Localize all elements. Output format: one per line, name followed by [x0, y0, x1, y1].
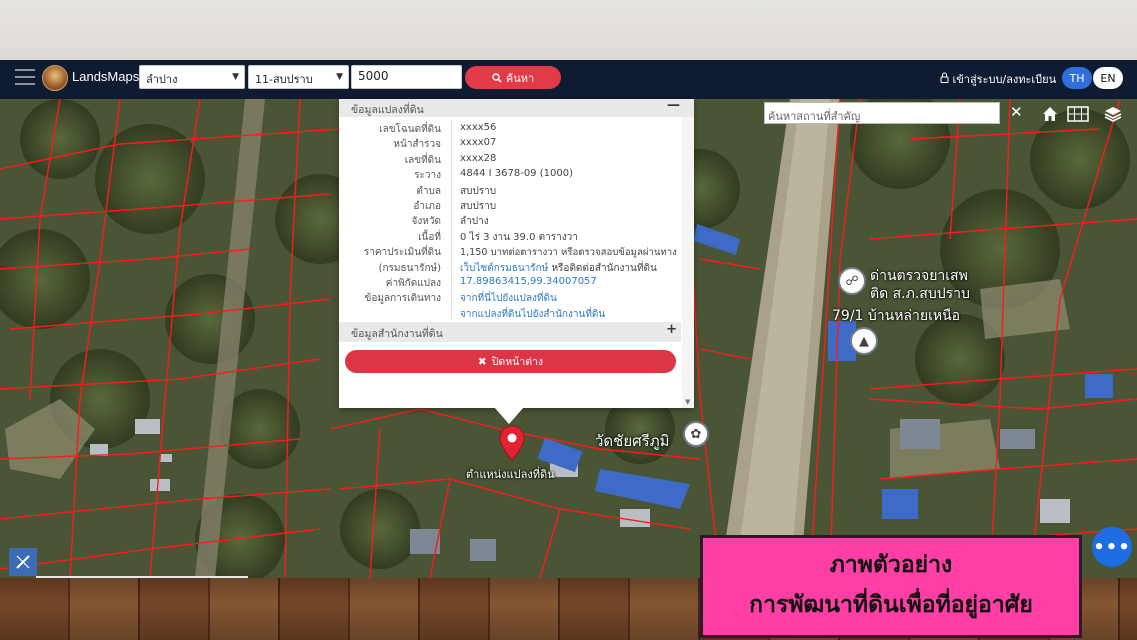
- info-label: (กรมธนารักษ์): [378, 262, 441, 274]
- temple-label: วัดชัยศรีภูมิ: [595, 432, 670, 450]
- temple-poi-icon[interactable]: ✿: [683, 421, 709, 447]
- info-row: เลขโฉนดที่ดิน xxxx56: [339, 121, 694, 136]
- info-value-group: เว็บไซต์กรมธนารักษ์ หรือติดต่อสำนักงานที…: [460, 261, 657, 276]
- chevron-down-icon: ▼: [336, 72, 343, 82]
- info-value: xxxx07: [460, 137, 497, 149]
- home-button[interactable]: [1037, 101, 1063, 127]
- lock-icon: [940, 72, 949, 83]
- directions-to-office-link[interactable]: จากแปลงที่ดินไปยังสำนักงานที่ดิน: [460, 307, 605, 322]
- search-icon: [492, 72, 502, 83]
- info-value: 1,150 บาทต่อตารางวา หรือตรวจสอบข้อมูลผ่า…: [460, 247, 677, 259]
- parcel-section-title: ข้อมูลแปลงที่ดิน: [351, 104, 424, 116]
- home-icon: [1043, 107, 1057, 121]
- info-row: เลขที่ดิน xxxx28: [339, 152, 694, 167]
- slide-background-top: [0, 0, 1137, 60]
- parcel-info-popup: ข้อมูลแปลงที่ดิน — เลขโฉนดที่ดิน xxxx56 ห…: [339, 98, 694, 408]
- info-label: ราคาประเมินที่ดิน: [363, 247, 441, 259]
- grid-icon: [1067, 106, 1089, 122]
- info-value: สบปราบ: [460, 200, 497, 212]
- lang-en-button[interactable]: EN: [1093, 67, 1123, 89]
- info-value: สบปราบ: [460, 185, 497, 197]
- info-row: อำเภอ สบปราบ: [339, 198, 694, 213]
- info-row: จากแปลงที่ดินไปยังสำนักงานที่ดิน: [339, 306, 694, 321]
- navbar: LandsMaps ลำปาง ▼ 11-สบปราบ ▼ 5000 ค้นหา…: [0, 60, 1137, 99]
- info-row: เนื้อที่ 0 ไร่ 3 งาน 39.0 ตารางวา: [339, 229, 694, 244]
- treasury-website-link[interactable]: เว็บไซต์กรมธนารักษ์: [460, 263, 548, 274]
- info-label: เลขโฉนดที่ดิน: [379, 124, 441, 135]
- parcel-section-header[interactable]: ข้อมูลแปลงที่ดิน —: [339, 98, 694, 117]
- landsmaps-logo: [42, 65, 68, 91]
- info-row: ค่าพิกัดแปลง 17.89863415,99.34007057: [339, 275, 694, 290]
- chevron-down-icon: ▼: [232, 72, 239, 82]
- info-value: xxxx28: [460, 152, 497, 164]
- parcel-info-table: เลขโฉนดที่ดิน xxxx56 หน้าสำรวจ xxxx07 เลขท…: [339, 117, 694, 321]
- info-row: ระวาง 4844 I 3678-09 (1000): [339, 167, 694, 182]
- search-label: ค้นหา: [505, 71, 535, 85]
- info-row: ราคาประเมินที่ดิน 1,150 บาทต่อตารางวา หรื…: [339, 244, 694, 259]
- info-label: ระวาง: [414, 170, 441, 182]
- info-value: ลำปาง: [460, 216, 489, 228]
- search-button[interactable]: ค้นหา: [465, 66, 561, 89]
- clear-search-icon[interactable]: ✕: [1010, 103, 1023, 121]
- poi-label-village: 79/1 บ้านหล่ายเหนือ: [832, 308, 961, 324]
- parcel-marker-label: ตำแหน่งแปลงที่ดิน: [466, 468, 555, 481]
- place-search-input[interactable]: ค้นหาสถานที่สำคัญ: [764, 102, 1000, 124]
- info-value-suffix: หรือติดต่อสำนักงานที่ดิน: [551, 262, 657, 274]
- info-row: (กรมธนารักษ์) เว็บไซต์กรมธนารักษ์ หรือติด…: [339, 260, 694, 275]
- measure-tool-button[interactable]: [9, 548, 37, 576]
- ruler-icon: [16, 555, 30, 569]
- close-popup-button[interactable]: ✖ ปิดหน้าต่าง: [345, 350, 676, 373]
- map-pin-icon[interactable]: [499, 425, 525, 461]
- district-select[interactable]: 11-สบปราบ ▼: [248, 65, 349, 89]
- info-value: xxxx56: [460, 122, 497, 133]
- info-row: ข้อมูลการเดินทาง จากที่นี่ไปยังแปลงที่ดิน: [339, 290, 694, 305]
- more-options-button[interactable]: •••: [1092, 527, 1132, 567]
- info-value: 4844 I 3678-09 (1000): [460, 168, 573, 180]
- info-label: ตำบล: [416, 185, 441, 197]
- parcel-number-input[interactable]: 5000: [351, 65, 462, 89]
- collapse-icon[interactable]: —: [667, 98, 680, 113]
- info-row: จังหวัด ลำปาง: [339, 213, 694, 228]
- info-row: ตำบล สบปราบ: [339, 183, 694, 198]
- layers-button[interactable]: [1100, 101, 1126, 127]
- info-label: อำเภอ: [413, 200, 441, 212]
- parcel-number-value: 5000: [358, 69, 389, 83]
- info-label: หน้าสำรวจ: [393, 139, 441, 151]
- grid-button[interactable]: [1065, 101, 1091, 127]
- info-label: ข้อมูลการเดินทาง: [364, 293, 441, 305]
- province-value: ลำปาง: [146, 73, 178, 86]
- close-icon: ✖: [477, 355, 487, 368]
- login-label: เข้าสู่ระบบ/ลงทะเบียน: [952, 73, 1057, 86]
- caption-box: ภาพตัวอย่าง การพัฒนาที่ดินเพื่อที่อยู่อา…: [700, 535, 1082, 638]
- province-select[interactable]: ลำปาง ▼: [139, 65, 245, 89]
- login-link[interactable]: เข้าสู่ระบบ/ลงทะเบียน: [940, 70, 1056, 88]
- scroll-down-icon[interactable]: ▼: [685, 398, 690, 406]
- info-row: หน้าสำรวจ xxxx07: [339, 136, 694, 151]
- school-poi-icon[interactable]: ▲: [850, 327, 878, 355]
- more-dots-icon: •••: [1093, 536, 1131, 558]
- caption-line-2: การพัฒนาที่ดินเพื่อที่อยู่อาศัย: [749, 591, 1033, 618]
- close-popup-label: ปิดหน้าต่าง: [491, 356, 544, 368]
- expand-icon[interactable]: +: [666, 322, 677, 337]
- poi-label-police: ติด ส.ภ.สบปราบ: [870, 286, 970, 302]
- lang-th-button[interactable]: TH: [1062, 67, 1092, 89]
- brand-name: LandsMaps: [72, 69, 140, 84]
- info-label: ค่าพิกัดแปลง: [385, 277, 441, 289]
- district-value: 11-สบปราบ: [255, 73, 313, 86]
- info-value: 0 ไร่ 3 งาน 39.0 ตารางวา: [460, 231, 578, 243]
- layers-icon: [1104, 107, 1122, 122]
- police-poi-icon[interactable]: ☍: [838, 267, 866, 295]
- info-label: เลขที่ดิน: [404, 154, 441, 166]
- caption-line-1: ภาพตัวอย่าง: [829, 551, 953, 578]
- menu-icon[interactable]: [15, 69, 35, 87]
- popup-scrollbar[interactable]: ▼: [682, 117, 694, 408]
- directions-to-parcel-link[interactable]: จากที่นี่ไปยังแปลงที่ดิน: [460, 291, 557, 306]
- info-label: เนื้อที่: [418, 231, 441, 243]
- info-label: จังหวัด: [411, 216, 441, 228]
- popup-pointer: [494, 407, 524, 424]
- coordinates-link[interactable]: 17.89863415,99.34007057: [460, 276, 597, 287]
- office-section-title: ข้อมูลสำนักงานที่ดิน: [351, 328, 443, 340]
- office-section-header[interactable]: ข้อมูลสำนักงานที่ดิน +: [339, 322, 681, 342]
